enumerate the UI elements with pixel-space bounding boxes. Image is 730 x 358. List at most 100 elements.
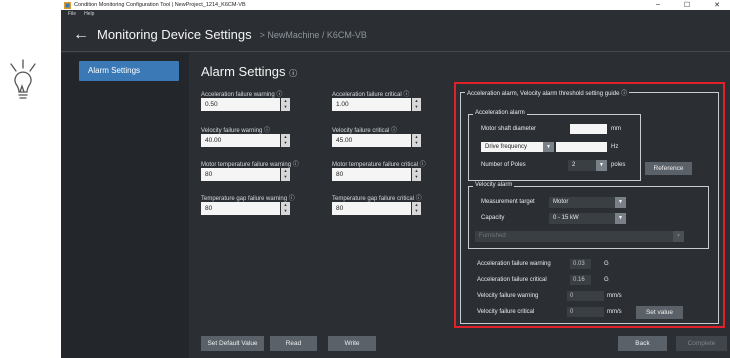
velocity-warning-value[interactable]: 40.00 bbox=[201, 134, 280, 147]
furnished-select: Furnished ▼ bbox=[475, 231, 684, 242]
menu-bar: File Help bbox=[61, 10, 730, 18]
back-button[interactable]: Back bbox=[618, 336, 667, 351]
set-default-value-button[interactable]: Set Default Value bbox=[201, 336, 264, 351]
spinner-arrows-icon[interactable]: ▲ ▼ bbox=[412, 202, 421, 215]
result-velocity-critical-label: Velocity failure critical bbox=[477, 309, 535, 315]
accel-warning-label: Acceleration failure warning ⓘ bbox=[201, 92, 283, 98]
measurement-target-select[interactable]: Motor ▼ bbox=[549, 197, 626, 208]
result-accel-critical-label: Acceleration failure critical bbox=[477, 277, 547, 283]
accel-warning-spinner[interactable]: 0.50 ▲ ▼ bbox=[201, 98, 291, 111]
title-bar: Condition Monitoring Configuration Tool … bbox=[61, 0, 730, 10]
motor-temp-critical-value[interactable]: 80 bbox=[332, 168, 411, 181]
velocity-warning-spinner[interactable]: 40.00 ▲ ▼ bbox=[201, 134, 291, 147]
shaft-diameter-label: Motor shaft diameter bbox=[481, 126, 537, 132]
app-window: Condition Monitoring Configuration Tool … bbox=[61, 0, 730, 358]
guide-group: Acceleration alarm, Velocity alarm thres… bbox=[460, 88, 719, 324]
spinner-arrows-icon[interactable]: ▲ ▼ bbox=[412, 98, 421, 111]
result-accel-critical-unit: G bbox=[604, 277, 609, 283]
accel-critical-value[interactable]: 1.00 bbox=[332, 98, 411, 111]
measurement-target-value: Motor bbox=[553, 199, 569, 205]
acceleration-alarm-title: Acceleration alarm bbox=[473, 110, 527, 116]
window-title: Condition Monitoring Configuration Tool … bbox=[74, 2, 246, 8]
shaft-diameter-input[interactable] bbox=[570, 124, 607, 134]
motor-temp-warning-spinner[interactable]: 80 ▲ ▼ bbox=[201, 168, 291, 181]
furnished-value: Furnished bbox=[479, 233, 506, 239]
app-icon bbox=[64, 1, 71, 9]
result-velocity-warning-value: 0 bbox=[567, 291, 604, 301]
poles-select[interactable]: 2 ▼ bbox=[568, 160, 607, 171]
page-header: ← Monitoring Device Settings > NewMachin… bbox=[61, 18, 730, 52]
motor-temp-warning-label: Motor temperature failure warning ⓘ bbox=[201, 162, 299, 168]
maximize-icon[interactable]: ☐ bbox=[684, 1, 690, 9]
velocity-critical-spinner[interactable]: 45.00 ▲ ▼ bbox=[332, 134, 422, 147]
guide-title: Acceleration alarm, Velocity alarm thres… bbox=[465, 88, 630, 97]
accel-warning-value[interactable]: 0.50 bbox=[201, 98, 280, 111]
temp-gap-warning-value[interactable]: 80 bbox=[201, 202, 280, 215]
complete-button: Complete bbox=[676, 336, 727, 351]
capacity-value: 0 - 15 kW bbox=[553, 215, 579, 221]
threshold-guide-panel: Acceleration alarm, Velocity alarm thres… bbox=[454, 82, 725, 328]
result-velocity-warning-unit: mm/s bbox=[607, 293, 622, 299]
chevron-down-icon[interactable]: ▼ bbox=[543, 142, 554, 152]
accel-critical-label: Acceleration failure critical ⓘ bbox=[332, 92, 410, 98]
result-velocity-critical-unit: mm/s bbox=[607, 309, 622, 315]
chevron-down-icon[interactable]: ▼ bbox=[615, 213, 626, 224]
close-icon[interactable]: ✕ bbox=[714, 1, 720, 9]
write-button[interactable]: Write bbox=[328, 336, 376, 351]
accel-critical-spinner[interactable]: 1.00 ▲ ▼ bbox=[332, 98, 422, 111]
back-arrow-icon[interactable]: ← bbox=[73, 26, 89, 43]
temp-gap-critical-value[interactable]: 80 bbox=[332, 202, 411, 215]
spinner-arrows-icon[interactable]: ▲ ▼ bbox=[281, 202, 290, 215]
capacity-select[interactable]: 0 - 15 kW ▼ bbox=[549, 213, 626, 224]
measurement-target-label: Measurement target bbox=[481, 199, 535, 205]
spinner-arrows-icon[interactable]: ▲ ▼ bbox=[412, 134, 421, 147]
acceleration-alarm-group: Acceleration alarm Motor shaft diameter … bbox=[468, 110, 641, 181]
velocity-alarm-title: Velocity alarm bbox=[473, 182, 515, 188]
minimize-icon[interactable]: – bbox=[656, 1, 660, 9]
shaft-diameter-unit: mm bbox=[611, 126, 621, 132]
reference-button[interactable]: Reference bbox=[645, 162, 692, 175]
result-accel-warning-unit: G bbox=[604, 261, 609, 267]
temp-gap-warning-spinner[interactable]: 80 ▲ ▼ bbox=[201, 202, 291, 215]
frequency-type-select[interactable]: Drive frequency ▼ bbox=[481, 142, 554, 152]
chevron-down-icon[interactable]: ▼ bbox=[615, 197, 626, 208]
spinner-arrows-icon[interactable]: ▲ ▼ bbox=[281, 98, 290, 111]
result-accel-warning-label: Acceleration failure warning bbox=[477, 261, 551, 267]
temp-gap-warning-label: Temperature gap failure warning ⓘ bbox=[201, 196, 295, 202]
frequency-type-value: Drive frequency bbox=[485, 144, 528, 150]
section-title-text: Alarm Settings bbox=[201, 64, 286, 79]
spinner-arrows-icon[interactable]: ▲ ▼ bbox=[412, 168, 421, 181]
result-accel-warning-value: 0.03 bbox=[570, 259, 591, 269]
main-panel: Alarm Settings ⓘ Acceleration failure wa… bbox=[189, 53, 730, 358]
velocity-critical-label: Velocity failure critical ⓘ bbox=[332, 128, 398, 134]
section-title: Alarm Settings ⓘ bbox=[201, 64, 297, 79]
capacity-label: Capacity bbox=[481, 215, 505, 221]
spinner-arrows-icon[interactable]: ▲ ▼ bbox=[281, 168, 290, 181]
result-velocity-warning-label: Velocity failure warning bbox=[477, 293, 539, 299]
lightbulb-icon bbox=[10, 59, 36, 99]
menu-file[interactable]: File bbox=[68, 11, 76, 17]
motor-temp-warning-value[interactable]: 80 bbox=[201, 168, 280, 181]
frequency-unit: Hz bbox=[611, 144, 619, 150]
temp-gap-critical-spinner[interactable]: 80 ▲ ▼ bbox=[332, 202, 422, 215]
drive-frequency-input[interactable] bbox=[556, 142, 607, 152]
motor-temp-critical-label: Motor temperature failure critical ⓘ bbox=[332, 162, 426, 168]
menu-help[interactable]: Help bbox=[84, 11, 94, 17]
poles-label: Number of Poles bbox=[481, 162, 526, 168]
velocity-warning-label: Velocity failure warning ⓘ bbox=[201, 128, 271, 134]
chevron-down-icon[interactable]: ▼ bbox=[596, 160, 607, 171]
breadcrumb: > NewMachine / K6CM-VB bbox=[259, 29, 367, 40]
chevron-down-icon: ▼ bbox=[673, 231, 684, 242]
spinner-arrows-icon[interactable]: ▲ ▼ bbox=[281, 134, 290, 147]
motor-temp-critical-spinner[interactable]: 80 ▲ ▼ bbox=[332, 168, 422, 181]
poles-unit: poles bbox=[611, 162, 626, 168]
result-accel-critical-value: 0.16 bbox=[570, 275, 591, 285]
result-velocity-critical-value: 0 bbox=[567, 307, 604, 317]
set-value-button[interactable]: Set value bbox=[636, 306, 683, 319]
velocity-alarm-group: Velocity alarm Measurement target Motor … bbox=[468, 182, 709, 249]
info-icon[interactable]: ⓘ bbox=[289, 69, 297, 78]
read-button[interactable]: Read bbox=[270, 336, 317, 351]
velocity-critical-value[interactable]: 45.00 bbox=[332, 134, 411, 147]
sidebar-item-alarm-settings[interactable]: Alarm Settings bbox=[79, 61, 179, 81]
poles-value: 2 bbox=[572, 162, 576, 168]
